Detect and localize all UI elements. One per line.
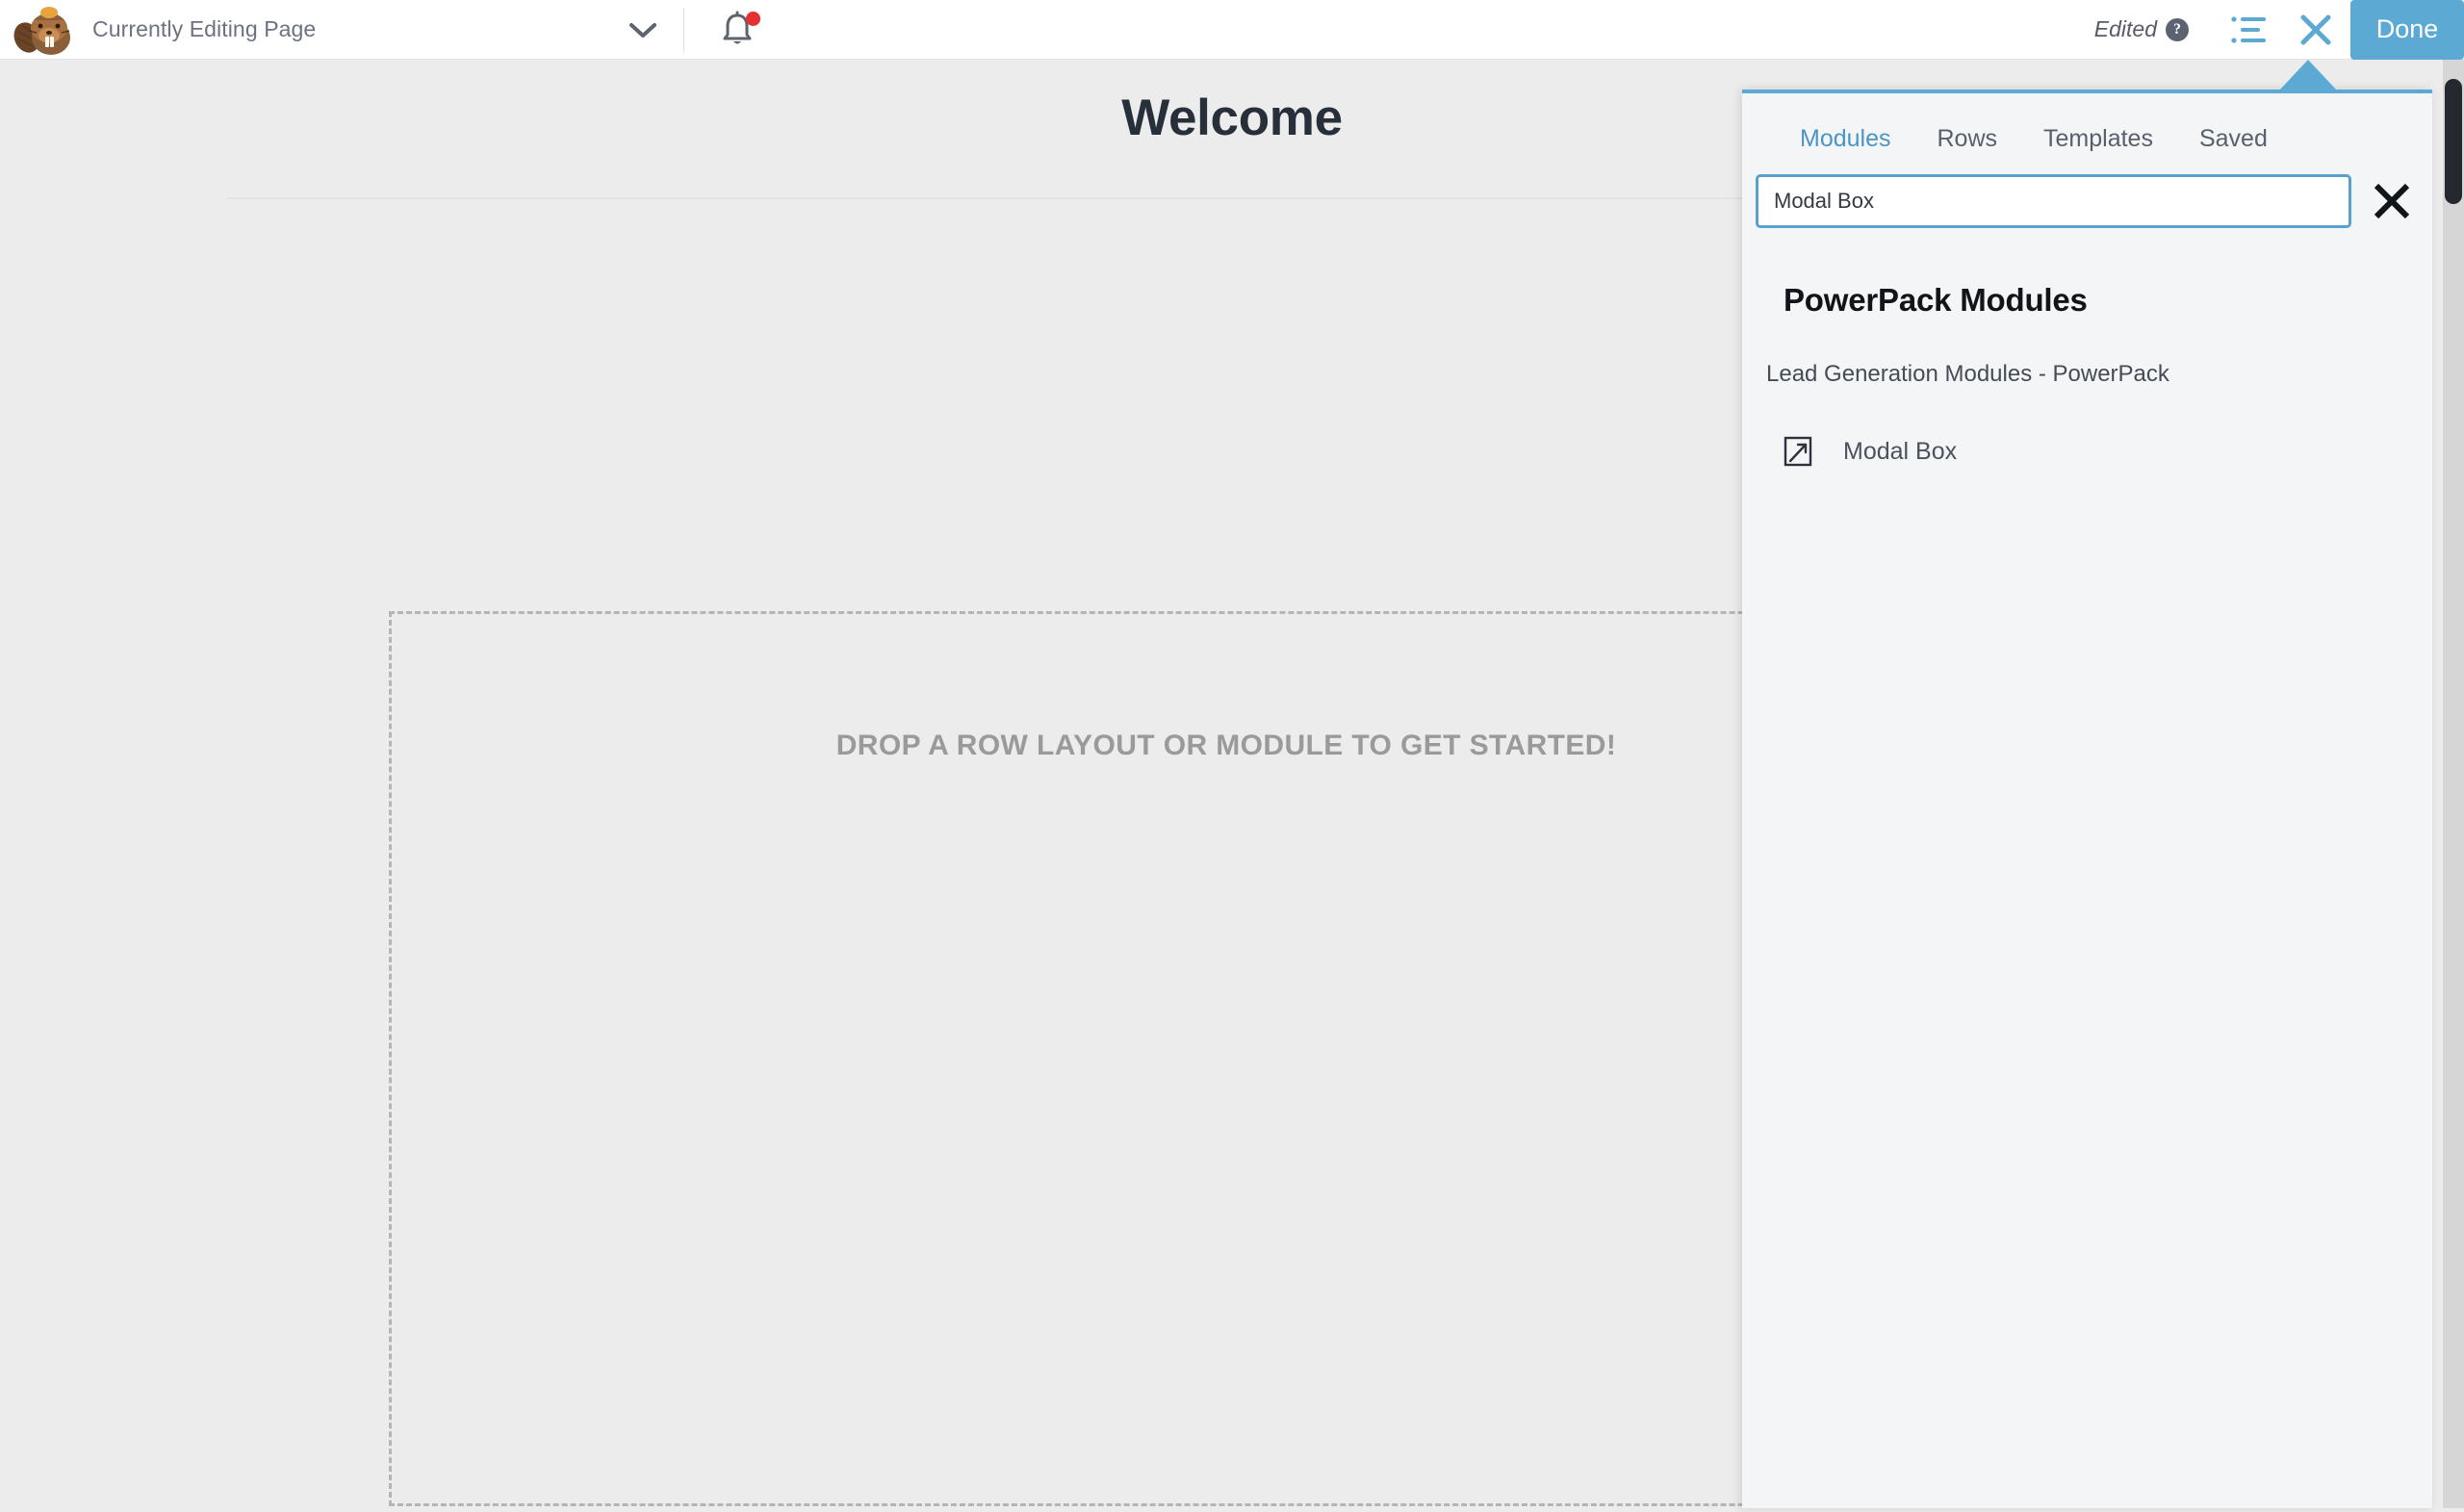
notification-badge-dot [746,12,760,26]
outline-list-icon [2231,15,2266,43]
question-mark-icon[interactable]: ? [2166,17,2189,41]
panel-results: PowerPack Modules Lead Generation Module… [1742,242,2432,1512]
chevron-down-icon [629,22,656,38]
tab-rows[interactable]: Rows [1938,125,1998,153]
module-item-modal-box[interactable]: Modal Box [1781,423,2413,480]
module-item-label: Modal Box [1843,437,1958,465]
close-builder-button[interactable] [2281,0,2350,59]
builder-admin-bar: Currently Editing Page Edited ? Done [0,0,2464,60]
expand-arrow-box-icon [1781,434,1815,469]
done-button[interactable]: Done [2350,0,2464,60]
panel-scrollbar[interactable] [2423,93,2432,1512]
outline-panel-button[interactable] [2218,0,2281,59]
panel-tabs: Modules Rows Templates Saved [1800,115,2314,162]
scrollbar-thumb[interactable] [2445,79,2462,204]
module-list: Modal Box [1781,423,2413,480]
current-page-label: Currently Editing Page [92,16,317,41]
clear-search-button[interactable] [2367,176,2417,226]
tab-modules[interactable]: Modules [1800,125,1891,153]
beaver-builder-logo[interactable] [10,2,79,58]
content-panel: Modules Rows Templates Saved PowerPack M… [1742,90,2432,1508]
notifications-button[interactable] [693,0,782,59]
tab-templates[interactable]: Templates [2043,125,2153,153]
toolbar-divider [683,8,684,52]
close-x-icon [2374,183,2410,219]
module-category-label: Lead Generation Modules - PowerPack [1766,361,2169,387]
module-group-title: PowerPack Modules [1784,282,2088,318]
edited-status-label: Edited [2093,16,2157,41]
panel-pointer-arrow [2279,60,2337,90]
admin-bar-right-group: Edited ? Done [2093,0,2464,60]
panel-search-row [1742,174,2432,228]
page-dropdown-button[interactable] [597,0,688,59]
search-input[interactable] [1756,174,2351,228]
close-x-icon [2300,14,2331,44]
tab-saved[interactable]: Saved [2199,125,2268,153]
page-vertical-scrollbar[interactable] [2443,60,2464,1508]
